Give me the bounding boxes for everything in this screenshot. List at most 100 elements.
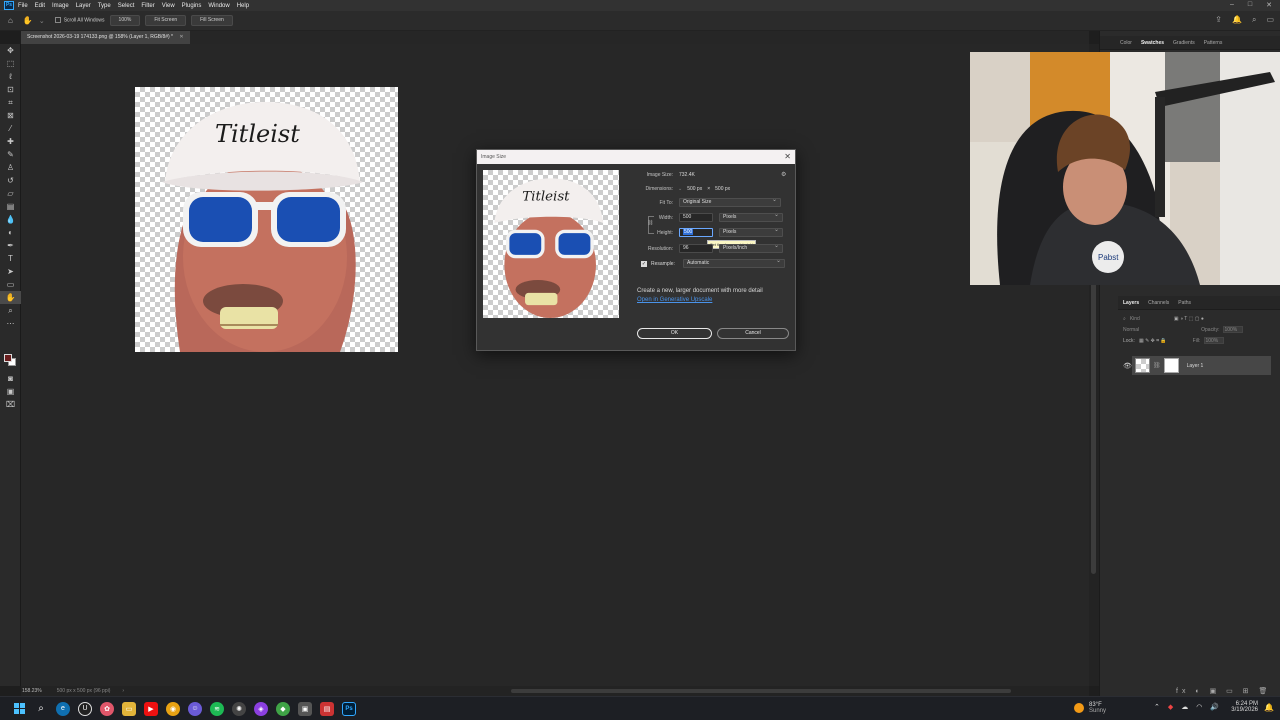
- ok-button[interactable]: OK: [637, 328, 712, 339]
- wifi-icon[interactable]: ◠: [1196, 703, 1202, 711]
- layer-footer-icons[interactable]: fx ◐ ▣ ▭ ⊞ 🗑: [1176, 687, 1271, 695]
- menu-window[interactable]: Window: [208, 3, 229, 9]
- more-tools-icon[interactable]: ⋯: [0, 317, 21, 330]
- clone-stamp-tool-icon[interactable]: ♙: [0, 161, 21, 174]
- close-window-button[interactable]: ✕: [1266, 1, 1272, 9]
- gear-icon[interactable]: ⚙: [781, 171, 786, 178]
- tab-patterns[interactable]: Patterns: [1204, 40, 1223, 46]
- windows-start-icon[interactable]: [12, 702, 26, 716]
- blur-tool-icon[interactable]: 💧: [0, 213, 21, 226]
- brush-tool-icon[interactable]: ✎: [0, 148, 21, 161]
- tray-app-icon[interactable]: ◆: [1168, 703, 1173, 711]
- cancel-button[interactable]: Cancel: [717, 328, 789, 339]
- tab-close-icon[interactable]: ✕: [179, 34, 183, 40]
- tab-paths[interactable]: Paths: [1178, 300, 1191, 306]
- spotify-icon[interactable]: ≋: [210, 701, 224, 716]
- gradient-tool-icon[interactable]: ▤: [0, 200, 21, 213]
- menu-filter[interactable]: Filter: [141, 3, 154, 9]
- lock-icons[interactable]: ▦ ✎ ✥ ⌗ 🔒: [1139, 338, 1167, 344]
- scrollbar-thumb[interactable]: [511, 689, 1011, 693]
- dialog-preview[interactable]: Titleist: [483, 170, 619, 318]
- healing-brush-tool-icon[interactable]: ✚: [0, 135, 21, 148]
- filter-icons[interactable]: ▣ ◑ T ⬚ ▢ ●: [1174, 316, 1204, 322]
- menu-plugins[interactable]: Plugins: [182, 3, 202, 9]
- weather-widget[interactable]: 83°F Sunny: [1074, 702, 1106, 714]
- tab-gradients[interactable]: Gradients: [1173, 40, 1195, 46]
- menu-file[interactable]: File: [18, 3, 28, 9]
- type-tool-icon[interactable]: T: [0, 252, 21, 265]
- unreal-engine-icon[interactable]: U: [78, 701, 92, 716]
- hand-tool-icon[interactable]: ✋: [23, 16, 33, 25]
- resolution-unit-select[interactable]: Pixels/Inch: [719, 243, 783, 253]
- zoom-tool-icon[interactable]: ⌕: [0, 304, 21, 317]
- close-icon[interactable]: ✕: [784, 150, 791, 164]
- eyedropper-tool-icon[interactable]: ⁄: [0, 122, 21, 135]
- app-icon[interactable]: ✿: [100, 701, 114, 716]
- discord-icon[interactable]: ☺: [188, 701, 202, 716]
- tab-color[interactable]: Color: [1120, 40, 1132, 46]
- chrome-icon[interactable]: ◉: [166, 701, 180, 716]
- search-icon[interactable]: ⌕: [1252, 15, 1256, 25]
- chatgpt-icon[interactable]: ✺: [232, 701, 246, 716]
- tab-swatches[interactable]: Swatches: [1141, 40, 1164, 46]
- menu-image[interactable]: Image: [52, 3, 69, 9]
- layer-thumbnail[interactable]: [1135, 358, 1150, 373]
- photoshop-taskbar-icon[interactable]: Ps: [342, 701, 356, 716]
- crop-tool-icon[interactable]: ⌗: [0, 96, 21, 109]
- fit-screen-button[interactable]: Fit Screen: [145, 15, 187, 26]
- foreground-color-swatch[interactable]: [4, 354, 12, 362]
- resample-select[interactable]: Automatic: [683, 258, 785, 268]
- layer-name[interactable]: Layer 1: [1187, 363, 1204, 369]
- horizontal-scrollbar[interactable]: [21, 686, 1089, 696]
- history-brush-tool-icon[interactable]: ↺: [0, 174, 21, 187]
- youtube-icon[interactable]: ▶: [144, 701, 158, 716]
- menu-view[interactable]: View: [162, 3, 175, 9]
- layer-mask-thumbnail[interactable]: [1163, 358, 1179, 373]
- layer-filter-kind[interactable]: Kind: [1130, 316, 1140, 322]
- pen-tool-icon[interactable]: ✒: [0, 239, 21, 252]
- width-unit-select[interactable]: Pixels: [719, 212, 783, 222]
- edit-toolbar-icon[interactable]: ⌧: [0, 398, 21, 411]
- notification-bell-icon[interactable]: 🔔: [1264, 703, 1274, 712]
- width-input[interactable]: 500: [679, 213, 713, 222]
- photoshop-logo-icon[interactable]: Ps: [4, 1, 14, 10]
- app-icon-3[interactable]: ◆: [276, 701, 290, 716]
- onedrive-icon[interactable]: ☁: [1181, 703, 1188, 711]
- opacity-field[interactable]: 100%: [1223, 326, 1244, 333]
- menu-type[interactable]: Type: [98, 3, 111, 9]
- menu-edit[interactable]: Edit: [35, 3, 45, 9]
- dodge-tool-icon[interactable]: ◐: [0, 226, 21, 239]
- share-icon[interactable]: ⇪: [1215, 15, 1222, 25]
- height-input[interactable]: 500: [679, 228, 713, 237]
- bell-icon[interactable]: 🔔: [1232, 15, 1242, 25]
- frame-tool-icon[interactable]: ⊠: [0, 109, 21, 122]
- chevron-down-icon[interactable]: ⌄: [678, 186, 682, 192]
- lasso-tool-icon[interactable]: ℓ: [0, 70, 21, 83]
- eraser-tool-icon[interactable]: ▱: [0, 187, 21, 200]
- volume-icon[interactable]: 🔊: [1210, 703, 1219, 711]
- marquee-tool-icon[interactable]: ⬚: [0, 57, 21, 70]
- menu-layer[interactable]: Layer: [76, 3, 91, 9]
- document-tab[interactable]: Screenshot 2026-03-19 174133.png @ 158% …: [21, 31, 190, 44]
- app-icon-4[interactable]: ▤: [320, 701, 334, 716]
- generative-upscale-link[interactable]: Open in Generative Upscale: [637, 297, 712, 303]
- blend-mode-select[interactable]: Normal: [1123, 327, 1139, 333]
- tab-layers[interactable]: Layers: [1123, 300, 1139, 306]
- document-canvas-image[interactable]: Titleist: [135, 87, 398, 352]
- tab-channels[interactable]: Channels: [1148, 300, 1169, 306]
- hand-tool-icon[interactable]: ✋: [0, 291, 21, 304]
- chevron-down-icon[interactable]: ⌄: [39, 17, 45, 25]
- height-unit-select[interactable]: Pixels: [719, 227, 783, 237]
- chevron-up-icon[interactable]: ⌃: [1154, 703, 1160, 711]
- edge-browser-icon[interactable]: e: [56, 701, 70, 716]
- workspace-icon[interactable]: ▭: [1266, 15, 1274, 25]
- scroll-all-windows-checkbox[interactable]: Scroll All Windows: [54, 17, 105, 24]
- shape-tool-icon[interactable]: ▭: [0, 278, 21, 291]
- screen-mode-icon[interactable]: ▣: [0, 385, 21, 398]
- menu-help[interactable]: Help: [237, 3, 249, 9]
- fit-to-select[interactable]: Original Size: [679, 197, 781, 207]
- resolution-input[interactable]: 96: [679, 244, 713, 253]
- fill-field[interactable]: 100%: [1204, 337, 1225, 344]
- move-tool-icon[interactable]: ✥: [0, 44, 21, 57]
- zoom-100-button[interactable]: 100%: [109, 15, 141, 26]
